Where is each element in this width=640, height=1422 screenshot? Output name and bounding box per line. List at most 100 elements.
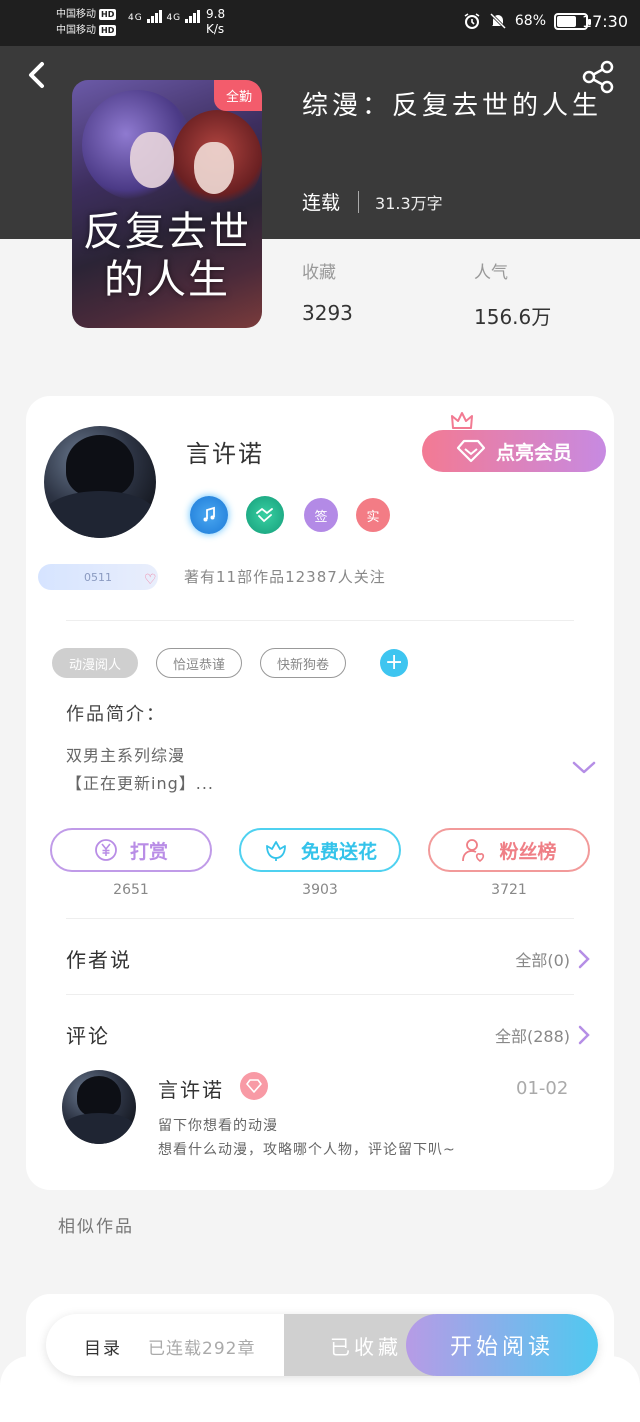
verified-badge[interactable]: 实 (356, 498, 390, 532)
author-name[interactable]: 言许诺 (186, 434, 264, 469)
author-avatar[interactable] (44, 426, 156, 538)
flower-icon (266, 841, 286, 861)
attendance-badge: 全勤 (213, 80, 262, 111)
book-meta: 连载 31.3万字 (302, 188, 443, 215)
fans-count: 3721 (491, 882, 527, 898)
chevron-right-icon (578, 1025, 590, 1044)
signed-badge[interactable]: 签 (304, 498, 338, 532)
tag-item[interactable]: 快新狗卷 (260, 648, 347, 678)
intro-line-2: 【正在更新ing】... (66, 774, 215, 793)
status-right: 68% (463, 12, 591, 30)
network-label-2: 4G (166, 13, 182, 23)
author-says-more[interactable]: 全部(0) (515, 947, 590, 971)
hd-badge-2: HD (99, 25, 117, 36)
comments-count: 全部(288) (494, 1026, 570, 1046)
serial-status: 连载 (302, 192, 341, 214)
author-says-title: 作者说 (66, 948, 132, 972)
bottom-action-bar: 目录 已连载292章 已收藏 开始阅读 (46, 1314, 598, 1376)
popularity-value: 156.6万 (474, 305, 552, 329)
comments-row[interactable]: 评论 全部(288) (66, 1020, 590, 1049)
net-speed-value: 9.8 (206, 7, 226, 21)
send-flower-button[interactable]: 免费送花 (239, 828, 401, 872)
fans-action: 粉丝榜 3721 (428, 828, 590, 898)
tip-button[interactable]: 打赏 (50, 828, 212, 872)
divider (66, 620, 574, 621)
flower-count: 3903 (302, 882, 338, 898)
fan-level-tag[interactable]: 0511 (38, 564, 158, 590)
flower-action: 免费送花 3903 (239, 828, 401, 898)
commenter-name[interactable]: 言许诺 (158, 1074, 224, 1103)
author-says-count: 全部(0) (515, 950, 570, 970)
intro-line-1: 双男主系列综漫 (66, 746, 186, 765)
vip-button[interactable]: 点亮会员 (422, 430, 606, 472)
popularity-label: 人气 (474, 263, 508, 283)
heart-icon: ♡ (144, 572, 157, 588)
chevron-right-icon (578, 949, 590, 968)
popularity-stat: 人气 156.6万 (474, 258, 551, 330)
word-count: 31.3万字 (375, 193, 443, 213)
add-tag-button[interactable]: + (380, 649, 409, 677)
back-icon[interactable] (22, 58, 52, 92)
music-medal-icon[interactable] (190, 496, 228, 534)
hd-badge: HD (99, 9, 117, 20)
comments-title: 评论 (66, 1024, 110, 1048)
battery-percent: 68% (514, 13, 546, 29)
author-says-row[interactable]: 作者说 全部(0) (66, 944, 590, 973)
fans-rank-button[interactable]: 粉丝榜 (428, 828, 590, 872)
favorites-value: 3293 (302, 301, 353, 325)
mute-bell-icon (489, 12, 506, 30)
intro-text[interactable]: 双男主系列综漫 【正在更新ing】... (66, 742, 214, 798)
carrier-info: 中国移动 HD 中国移动 HD (56, 7, 117, 39)
tag-item[interactable]: 动漫阅人 (52, 648, 139, 678)
status-bar: 中国移动 HD 中国移动 HD 4G 4G 9.8 K/s 68% 17:30 (0, 0, 640, 46)
favorites-stat: 收藏 3293 (302, 258, 353, 325)
comment-text[interactable]: 留下你想看的动漫 想看什么动漫，攻略哪个人物，评论留下叭~ (158, 1114, 456, 1162)
tip-count: 2651 (113, 882, 149, 898)
similar-works-title: 相似作品 (58, 1217, 134, 1237)
diamond-icon (456, 439, 486, 463)
comment-line-2: 想看什么动漫，攻略哪个人物，评论留下叭~ (158, 1142, 456, 1158)
signal-bars-icon-2 (185, 10, 201, 23)
vip-button-label: 点亮会员 (495, 441, 572, 464)
tag-item[interactable]: 恰逗恭谨 (156, 648, 243, 678)
chevron-down-icon[interactable] (572, 760, 596, 776)
signal-icons: 4G 4G (128, 10, 201, 23)
tag-list: 动漫阅人 恰逗恭谨 快新狗卷 + (52, 648, 409, 678)
signal-bars-icon (146, 10, 163, 23)
comment-line-1: 留下你想看的动漫 (158, 1118, 278, 1134)
net-speed: 9.8 K/s (206, 7, 225, 37)
commenter-avatar[interactable] (62, 1070, 136, 1144)
fans-rank-label: 粉丝榜 (499, 840, 557, 863)
cover-title: 反复去世的人生 (83, 209, 251, 303)
crown-icon (451, 412, 473, 432)
chapter-status[interactable]: 已连载292章 (148, 1334, 255, 1359)
author-card: 言许诺 点亮会员 签 实 0511 ♡ 著有11部作品12387人关注 动漫阅人… (26, 396, 614, 1190)
intro-label: 作品简介： (66, 704, 166, 725)
toc-button[interactable]: 目录 (84, 1334, 122, 1359)
send-flower-label: 免费送花 (300, 840, 377, 863)
diamond-icon (240, 1072, 268, 1100)
yen-coin-icon (95, 839, 117, 861)
action-row: 打赏 2651 免费送花 3903 粉丝榜 3721 (50, 828, 590, 898)
comments-more[interactable]: 全部(288) (495, 1023, 590, 1047)
author-stats: 著有11部作品12387人关注 (184, 568, 386, 586)
start-reading-button[interactable]: 开始阅读 (406, 1314, 598, 1376)
user-heart-icon (462, 839, 485, 863)
comment-date: 01-02 (516, 1078, 569, 1099)
carrier-1: 中国移动 (56, 9, 96, 20)
network-label: 4G (128, 13, 143, 23)
carrier-2: 中国移动 (56, 25, 96, 36)
meta-divider (358, 190, 360, 213)
book-cover[interactable]: 反复去世的人生 全勤 (72, 80, 262, 328)
divider (66, 918, 574, 919)
tip-action: 打赏 2651 (50, 828, 212, 898)
handshake-medal-icon[interactable] (246, 496, 284, 534)
book-title: 综漫：反复去世的人生 (302, 91, 603, 121)
author-badges: 签 实 (190, 496, 390, 534)
tip-label: 打赏 (129, 840, 168, 863)
clock: 17:30 (581, 12, 628, 31)
net-speed-unit: K/s (206, 22, 225, 36)
favorites-label: 收藏 (302, 263, 336, 283)
divider (66, 994, 574, 995)
alarm-icon (464, 13, 480, 29)
